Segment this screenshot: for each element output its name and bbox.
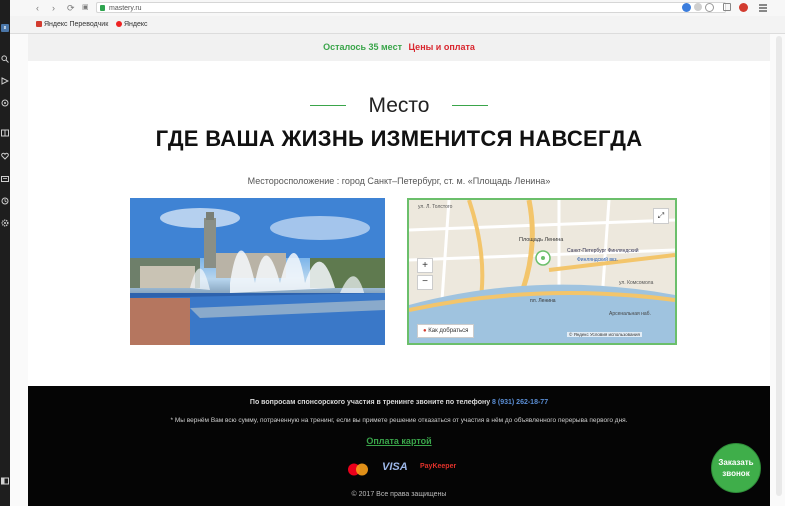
heart-icon[interactable] — [1, 152, 9, 160]
payment-logos: VISA PayKeeper — [346, 460, 456, 478]
send-icon[interactable] — [1, 77, 10, 85]
map-copyright: © Яндекс Условия использования — [567, 332, 642, 337]
kicker-line-right — [452, 105, 488, 106]
paykeeper-logo: PayKeeper — [420, 463, 457, 470]
order-call-line1: Заказать — [718, 458, 754, 467]
yandex-icon — [116, 21, 122, 27]
history-icon[interactable] — [1, 197, 9, 205]
bookmark-translator[interactable]: Яндекс Переводчик — [36, 20, 108, 29]
map-fullscreen-button[interactable]: ⤢ — [653, 208, 669, 224]
prices-link[interactable]: Цены и оплата — [409, 42, 475, 52]
search-icon[interactable] — [1, 55, 9, 63]
order-call-button[interactable]: Заказать звонок — [711, 443, 761, 493]
map-zoom-out-button[interactable]: − — [417, 275, 433, 290]
menu-icon[interactable] — [759, 4, 767, 6]
news-icon[interactable] — [1, 175, 9, 183]
map-how-to-get-button[interactable]: ● Как добраться — [417, 324, 475, 338]
web-page: Осталось 35 мест Цены и оплата Место ГДЕ… — [28, 34, 770, 506]
vpn-icon[interactable] — [682, 3, 691, 12]
order-call-line2: звонок — [722, 469, 750, 478]
map-station-label: Площадь Ленина — [519, 237, 564, 243]
camera-icon[interactable] — [1, 99, 9, 107]
url-text: mastery.ru — [109, 5, 142, 12]
visa-logo: VISA — [382, 461, 408, 473]
map-street-label: ул. Л. Толстого — [418, 204, 453, 210]
speed-dial-icon[interactable] — [1, 129, 9, 137]
vk-icon[interactable]: в — [1, 24, 9, 32]
settings-icon[interactable] — [1, 219, 9, 227]
map-zoom-in-button[interactable]: + — [417, 258, 433, 273]
camera-snapshot-icon[interactable] — [694, 3, 702, 11]
seats-remaining: Осталось 35 мест — [323, 42, 402, 52]
section-kicker-row: Место — [28, 94, 770, 118]
sidebar-toggle-icon[interactable] — [1, 477, 9, 485]
reload-icon[interactable]: ⟳ — [67, 3, 75, 13]
map-embankment-label: Арсенальная наб. — [609, 311, 651, 317]
fountain-photo — [130, 198, 385, 345]
browser-sidebar: в — [0, 0, 10, 506]
home-icon[interactable]: ▣ — [82, 3, 89, 13]
map-finland-station-label: Финляндский вкз. — [577, 257, 618, 263]
sponsor-line: По вопросам спонсорского участия в трени… — [28, 399, 770, 406]
back-icon[interactable]: ‹ — [36, 3, 39, 13]
mastercard-logo — [346, 463, 370, 476]
footer-copyright: © 2017 Все права защищены — [351, 491, 447, 498]
refund-note: * Мы вернём Вам всю сумму, потраченную н… — [170, 417, 628, 424]
page-gutter-left — [10, 34, 28, 506]
address-bar: ‹ › ⟳ ▣ mastery.ru — [10, 0, 785, 17]
map-square-label: пл. Ленина — [530, 298, 556, 304]
pay-by-card-link[interactable]: Оплата картой — [28, 436, 770, 446]
map-pin-icon: ● — [423, 328, 427, 334]
url-field[interactable]: mastery.ru — [96, 2, 726, 13]
downloads-icon[interactable] — [723, 3, 731, 11]
page-scrollbar[interactable] — [776, 36, 782, 496]
footer: По вопросам спонсорского участия в трени… — [28, 386, 770, 506]
map-city-label: Санкт-Петербург Финляндский — [567, 248, 639, 254]
location-text: Месторосположение : город Санкт–Петербур… — [247, 176, 551, 186]
bookmark-yandex[interactable]: Яндекс — [116, 20, 148, 29]
map-street-label-2: ул. Комсомола — [619, 280, 654, 286]
top-strip: Осталось 35 мест Цены и оплата — [28, 34, 770, 61]
section-kicker: Место — [368, 94, 430, 117]
translator-icon — [36, 21, 42, 27]
lock-icon — [100, 5, 105, 11]
section-headline: ГДЕ ВАША ЖИЗНЬ ИЗМЕНИТСЯ НАВСЕГДА — [155, 126, 643, 151]
bookmarks-bar: Яндекс Переводчик Яндекс — [10, 16, 785, 34]
bookmark-heart-icon[interactable] — [705, 3, 714, 12]
sponsor-text: По вопросам спонсорского участия в трени… — [249, 399, 491, 406]
extension-icon[interactable] — [739, 3, 748, 12]
yandex-map[interactable]: ул. Л. Толстого Площадь Ленина Санкт-Пет… — [407, 198, 677, 345]
forward-icon[interactable]: › — [52, 3, 55, 13]
phone-link[interactable]: 8 (931) 262-18-77 — [492, 399, 548, 406]
